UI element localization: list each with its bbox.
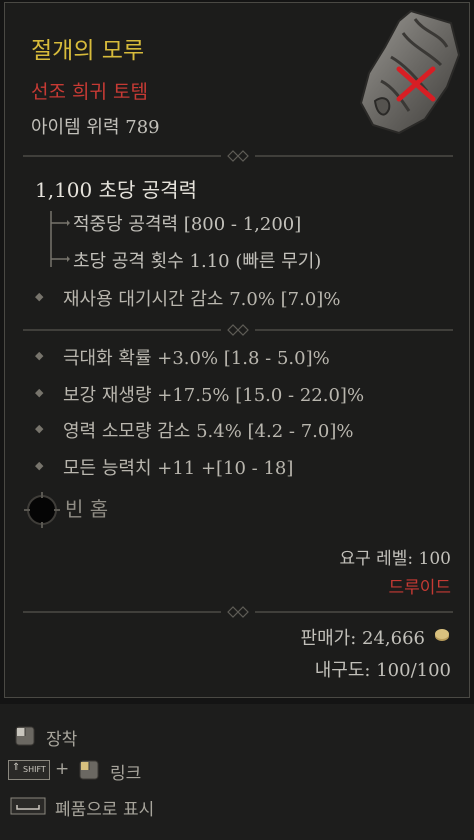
diamond-bullet-icon: ◆ — [35, 386, 44, 399]
diamond-bullet-icon: ◆ — [35, 459, 44, 472]
diamond-bullet-icon: ◆ — [35, 349, 44, 362]
equip-action[interactable]: 장착 — [46, 725, 77, 750]
link-action[interactable]: 링크 — [110, 759, 141, 784]
affix-stat: 모든 능력치 +11 +[10 - 18] — [63, 458, 294, 479]
mouse-click-icon — [79, 760, 99, 780]
diamond-bullet-icon: ◆ — [35, 422, 44, 435]
empty-socket-label: 빈 홈 — [65, 497, 109, 521]
item-tooltip: 절개의 모루 선조 희귀 토템 아이템 위력 789 1,100 초당 공격력 … — [4, 2, 470, 698]
affix-stat: 영력 소모량 감소 5.4% [4.2 - 7.0]% — [63, 421, 354, 442]
mouse-click-icon — [15, 726, 35, 746]
affix-stat: 극대화 확률 +3.0% [1.8 - 5.0]% — [63, 348, 330, 369]
empty-socket-icon — [24, 492, 60, 528]
section-divider — [23, 150, 453, 162]
implicit-stat: 재사용 대기시간 감소 7.0% [7.0]% — [63, 289, 341, 310]
attacks-per-second: 초당 공격 횟수 1.10 (빠른 무기) — [73, 251, 322, 272]
action-hints-panel: 장착 ⇑ SHIFT + 링크 폐품으로 표시 — [0, 704, 474, 840]
sell-value: 판매가: 24,666 — [300, 628, 425, 649]
damage-per-hit: 적중당 공격력 [800 - 1,200] — [73, 214, 302, 235]
required-level: 요구 레벨: 100 — [339, 549, 451, 569]
shift-key-label: SHIFT — [23, 765, 46, 774]
durability: 내구도: 100/100 — [314, 660, 451, 681]
item-power: 아이템 위력 789 — [31, 117, 160, 138]
class-requirement: 드루이드 — [388, 578, 451, 598]
section-divider — [23, 606, 453, 618]
dps-value: 1,100 초당 공격력 — [35, 178, 197, 202]
spacebar-key-icon — [10, 797, 46, 815]
diamond-bullet-icon: ◆ — [35, 290, 44, 303]
item-name: 절개의 모루 — [31, 38, 145, 64]
totem-item-icon — [359, 9, 461, 135]
section-divider — [23, 324, 453, 336]
item-type: 선조 희귀 토템 — [31, 81, 148, 103]
plus-sign: + — [55, 759, 70, 779]
shift-key-icon: ⇑ SHIFT — [8, 760, 50, 780]
gold-coin-icon — [435, 629, 449, 641]
affix-stat: 보강 재생량 +17.5% [15.0 - 22.0]% — [63, 385, 365, 406]
stat-bracket — [50, 211, 70, 267]
mark-as-junk-action[interactable]: 폐품으로 표시 — [55, 795, 154, 820]
